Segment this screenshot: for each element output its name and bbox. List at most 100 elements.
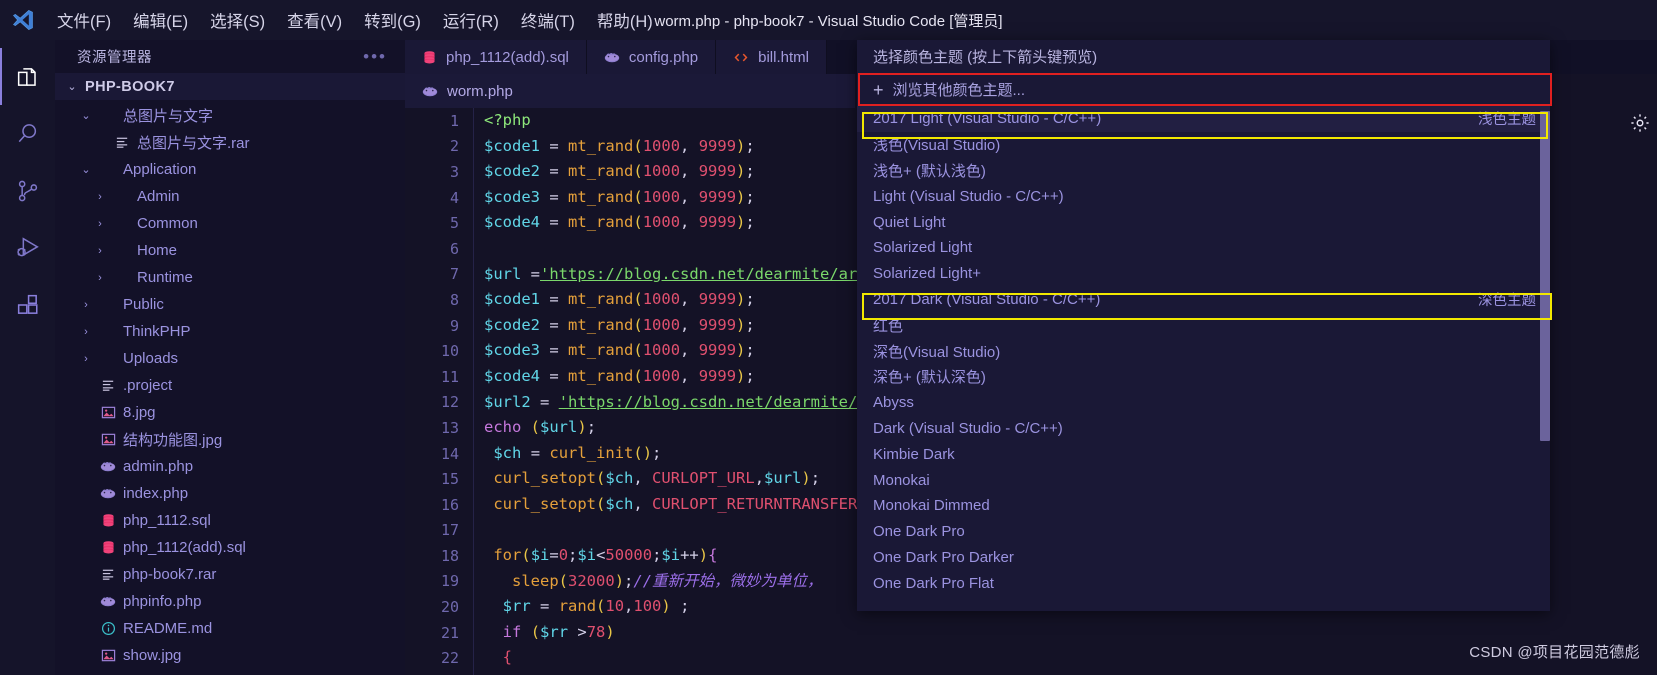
chevron-right-icon[interactable]: › (93, 191, 107, 203)
menu-item-help[interactable]: 帮助(H) (586, 4, 664, 36)
theme-list-item-label: 浅色(Visual Studio) (873, 137, 1001, 155)
theme-list: 2017 Light (Visual Studio - C/C++) 浅色主题 浅色… (857, 106, 1550, 596)
tree-item[interactable]: › Common (55, 210, 405, 237)
menu-item-terminal[interactable]: 终端(T) (510, 4, 586, 36)
chevron-down-icon[interactable]: ⌄ (79, 163, 93, 176)
image-icon (99, 648, 117, 663)
image-icon (99, 405, 117, 420)
theme-list-item-label: Quiet Light (873, 213, 946, 231)
tree-item[interactable]: show.jpg (55, 642, 405, 669)
tree-item-label: Uploads (123, 350, 179, 367)
line-number: 13 (440, 418, 459, 437)
theme-list-item[interactable]: 浅色+ (默认浅色) (857, 158, 1550, 184)
tree-item[interactable]: 结构功能图.jpg (55, 426, 405, 453)
explorer-root-folder[interactable]: ⌄ PHP-BOOK7 (55, 73, 405, 100)
chevron-right-icon[interactable]: › (93, 218, 107, 230)
watermark: CSDN @项目花园范德彪 (1469, 644, 1640, 661)
menu-item-edit[interactable]: 编辑(E) (122, 4, 199, 36)
activity-item-extensions[interactable] (0, 276, 55, 333)
quick-pick-scrollbar[interactable] (1540, 111, 1550, 441)
chevron-right-icon[interactable]: › (79, 299, 93, 311)
tree-item[interactable]: 总图片与文字.rar (55, 129, 405, 156)
menu-item-select[interactable]: 选择(S) (199, 4, 276, 36)
theme-list-item[interactable]: Kimbie Dark (857, 441, 1550, 467)
tree-item-label: Common (137, 215, 198, 232)
menu-item-goto[interactable]: 转到(G) (353, 4, 432, 36)
file-archive-icon (113, 135, 131, 150)
menu-item-view[interactable]: 查看(V) (276, 4, 353, 36)
tree-item-label: admin.php (123, 458, 194, 475)
tree-item[interactable]: ⌄ Application (55, 156, 405, 183)
activity-item-explorer[interactable] (0, 48, 55, 105)
tree-item[interactable]: index.php (55, 480, 405, 507)
line-number: 19 (440, 572, 459, 591)
tree-item[interactable]: › Uploads (55, 345, 405, 372)
theme-list-item[interactable]: 深色(Visual Studio) (857, 338, 1550, 364)
tree-item[interactable]: › Admin (55, 183, 405, 210)
tree-item-label: 结构功能图.jpg (123, 432, 223, 449)
browse-more-themes-label: 浏览其他颜色主题... (892, 82, 1026, 99)
php-icon (422, 85, 438, 98)
gear-icon[interactable] (1629, 112, 1651, 134)
theme-list-item[interactable]: One Dark Pro Darker (857, 545, 1550, 571)
tree-item[interactable]: ⌄ 总图片与文字 (55, 102, 405, 129)
menu-item-file[interactable]: 文件(F) (46, 4, 122, 36)
chevron-right-icon[interactable]: › (79, 326, 93, 338)
theme-list-item[interactable]: 浅色(Visual Studio) (857, 132, 1550, 158)
theme-list-item[interactable]: Monokai (857, 467, 1550, 493)
theme-list-item[interactable]: Solarized Light (857, 235, 1550, 261)
tree-item[interactable]: 8.jpg (55, 399, 405, 426)
theme-list-item[interactable]: 深色+ (默认深色) (857, 364, 1550, 390)
theme-list-item[interactable]: Solarized Light+ (857, 261, 1550, 287)
code-line[interactable]: 23 (405, 671, 1657, 675)
theme-quick-pick: 选择颜色主题 (按上下箭头键预览) + 浏览其他颜色主题... 2017 Lig… (857, 40, 1550, 611)
tree-item[interactable]: README.md (55, 615, 405, 642)
theme-list-item-label: Solarized Light (873, 239, 973, 257)
more-actions-icon[interactable]: ••• (363, 48, 387, 65)
theme-list-item[interactable]: One Dark Pro (857, 519, 1550, 545)
menu-bar[interactable]: 文件(F) 编辑(E) 选择(S) 查看(V) 转到(G) 运行(R) 终端(T… (46, 4, 664, 36)
tree-item[interactable]: phpinfo.php (55, 588, 405, 615)
theme-list-item[interactable]: Monokai Dimmed (857, 493, 1550, 519)
code-text: { (473, 645, 512, 672)
tree-item[interactable]: admin.php (55, 453, 405, 480)
theme-list-item[interactable]: 2017 Light (Visual Studio - C/C++) 浅色主题 (857, 106, 1550, 132)
editor-tab-label: php_1112(add).sql (446, 48, 569, 66)
tree-item[interactable]: .project (55, 372, 405, 399)
activity-item-run-debug[interactable] (0, 219, 55, 276)
editor-tab-active[interactable]: worm.php (405, 74, 530, 108)
theme-list-item[interactable]: Quiet Light (857, 209, 1550, 235)
theme-list-item-label: Kimbie Dark (873, 445, 955, 463)
chevron-right-icon[interactable]: › (93, 245, 107, 257)
tree-item[interactable]: php-book7.rar (55, 561, 405, 588)
code-text: $code4 = mt_rand(1000, 9999); (473, 210, 755, 236)
tree-item[interactable]: › Home (55, 237, 405, 264)
theme-list-item[interactable]: Abyss (857, 390, 1550, 416)
code-text: $url2 = 'https://blog.csdn.net/dearmite/… (473, 389, 867, 416)
search-icon (14, 120, 42, 148)
theme-list-item[interactable]: One Dark Pro Flat (857, 570, 1550, 596)
activity-item-search[interactable] (0, 105, 55, 162)
tree-item[interactable]: › Runtime (55, 264, 405, 291)
code-text (473, 517, 484, 544)
tree-item[interactable]: php_1112.sql (55, 507, 405, 534)
theme-list-item[interactable]: Dark (Visual Studio - C/C++) (857, 416, 1550, 442)
line-number: 12 (440, 393, 459, 412)
menu-item-run[interactable]: 运行(R) (432, 4, 510, 36)
tree-item[interactable]: php_1112(add).sql (55, 534, 405, 561)
theme-list-item[interactable]: 红色 (857, 312, 1550, 338)
theme-list-item[interactable]: 2017 Dark (Visual Studio - C/C++) 深色主题 (857, 287, 1550, 313)
editor-tab[interactable]: config.php (586, 40, 717, 74)
editor-tab[interactable]: php_1112(add).sql (405, 40, 587, 74)
browse-more-themes-item[interactable]: + 浏览其他颜色主题... (857, 73, 1550, 106)
tree-item[interactable]: › ThinkPHP (55, 318, 405, 345)
chevron-right-icon[interactable]: › (79, 353, 93, 365)
activity-item-source-control[interactable] (0, 162, 55, 219)
theme-list-item-label: One Dark Pro (873, 523, 965, 541)
chevron-right-icon[interactable]: › (93, 272, 107, 284)
editor-tab[interactable]: bill.html (716, 40, 827, 74)
theme-list-item[interactable]: Light (Visual Studio - C/C++) (857, 183, 1550, 209)
chevron-down-icon[interactable]: ⌄ (79, 109, 93, 122)
php-icon (604, 51, 620, 64)
tree-item[interactable]: › Public (55, 291, 405, 318)
